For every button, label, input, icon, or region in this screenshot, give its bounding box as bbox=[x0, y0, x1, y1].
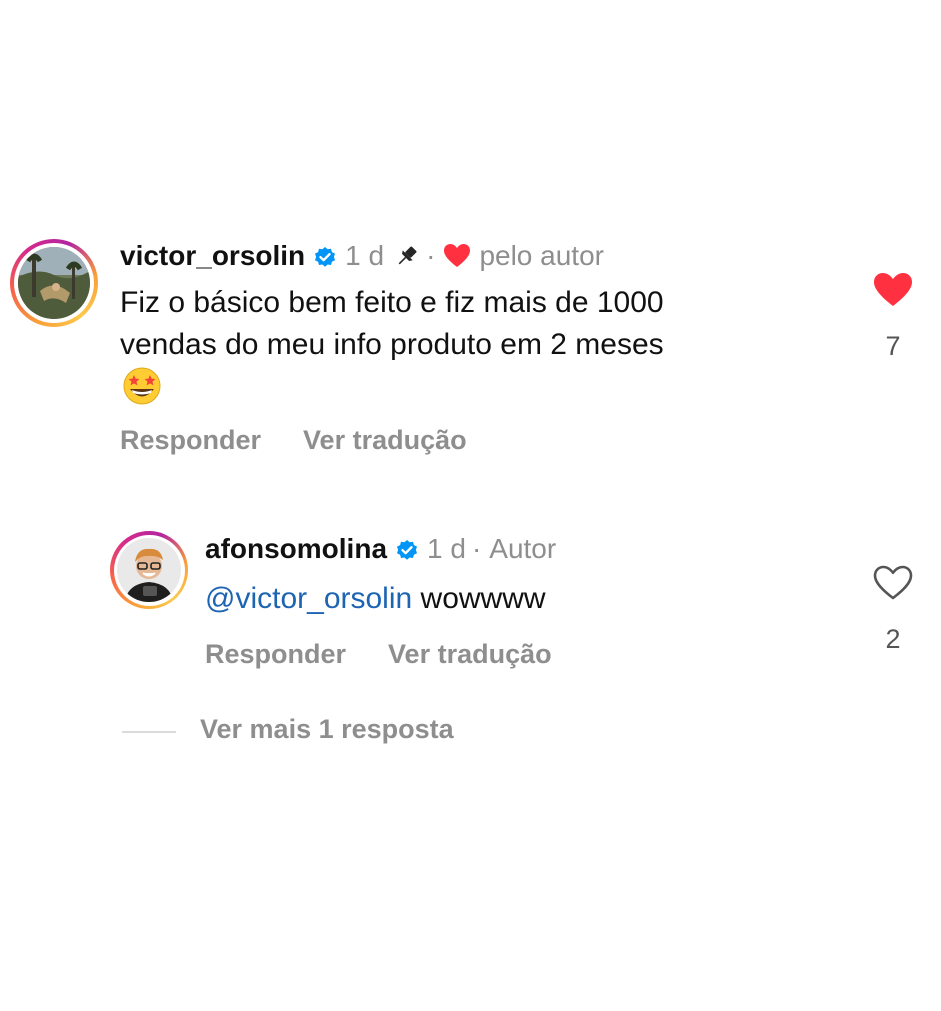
avatar-victor bbox=[18, 247, 90, 319]
liked-by-author-label: pelo autor bbox=[479, 240, 604, 271]
mention-link[interactable]: @victor_orsolin bbox=[205, 582, 412, 615]
replies-divider-line bbox=[122, 731, 176, 733]
like-count: 7 bbox=[885, 331, 901, 361]
comment-header-afonso: afonsomolina 1 d · Autor bbox=[205, 532, 556, 566]
comment-text-line: Fiz o básico bem feito e fiz mais de 100… bbox=[120, 286, 664, 319]
like-count: 2 bbox=[885, 624, 901, 654]
comment-actions-victor: Responder Ver tradução bbox=[120, 425, 467, 456]
like-column-afonso: 2 bbox=[867, 565, 919, 655]
like-column-victor: 7 bbox=[867, 272, 919, 362]
star-struck-emoji bbox=[122, 366, 162, 406]
comment-actions-afonso: Responder Ver tradução bbox=[205, 639, 552, 670]
like-heart-filled-icon[interactable] bbox=[873, 272, 913, 313]
username-victor[interactable]: victor_orsolin bbox=[120, 239, 305, 273]
meta-separator: · bbox=[471, 533, 482, 564]
reply-text: wowwww bbox=[420, 582, 546, 615]
avatar-afonso bbox=[117, 538, 181, 602]
comment-text-line: vendas do meu info produto em 2 meses bbox=[120, 328, 664, 361]
meta-separator: · bbox=[426, 240, 436, 271]
reply-button[interactable]: Responder bbox=[120, 425, 261, 456]
translate-button[interactable]: Ver tradução bbox=[388, 639, 552, 670]
translate-button[interactable]: Ver tradução bbox=[303, 425, 467, 456]
avatar-afonso-story-ring[interactable] bbox=[110, 531, 188, 609]
view-more-replies-button[interactable]: Ver mais 1 resposta bbox=[200, 714, 454, 745]
verified-badge-icon bbox=[395, 537, 419, 561]
comment-text-afonso: @victor_orsolin wowwww bbox=[205, 578, 546, 620]
verified-badge-icon bbox=[313, 244, 337, 268]
comment-text-victor: Fiz o básico bem feito e fiz mais de 100… bbox=[120, 282, 820, 366]
username-afonso[interactable]: afonsomolina bbox=[205, 532, 387, 566]
pin-icon bbox=[394, 243, 420, 269]
reply-button[interactable]: Responder bbox=[205, 639, 346, 670]
author-label: Autor bbox=[489, 533, 557, 564]
liked-by-author-heart-icon bbox=[443, 243, 471, 269]
comment-time: 1 d bbox=[345, 240, 385, 271]
comment-time: 1 d bbox=[427, 533, 466, 564]
avatar-victor-story-ring[interactable] bbox=[10, 239, 98, 327]
like-heart-outline-icon[interactable] bbox=[873, 565, 913, 606]
comment-header-victor: victor_orsolin 1 d · pelo autor bbox=[120, 239, 604, 273]
